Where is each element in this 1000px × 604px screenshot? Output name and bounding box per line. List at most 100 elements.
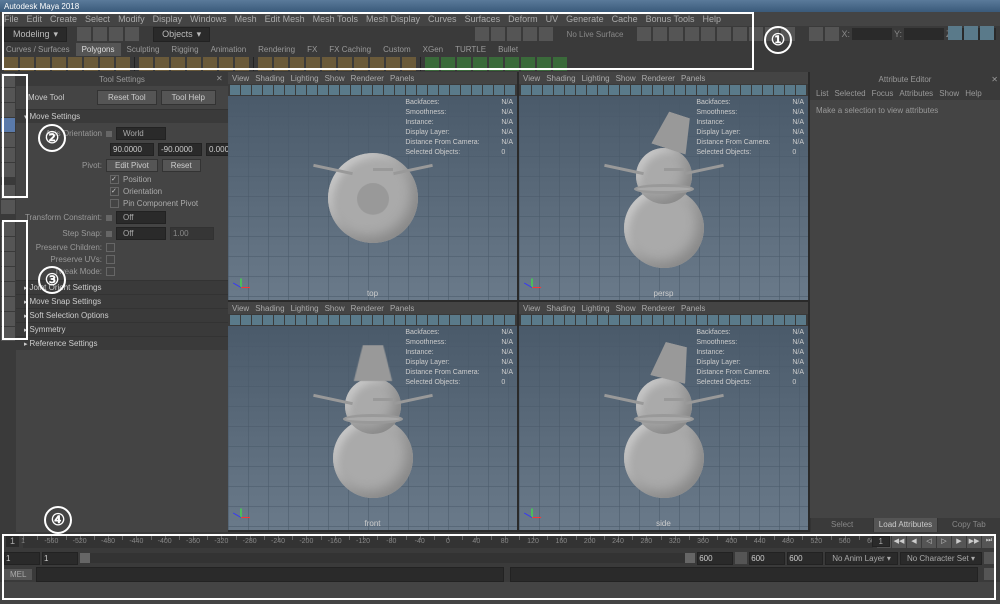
select-tab-button[interactable]: Select — [810, 518, 873, 532]
shelf-tab-fx[interactable]: FX — [301, 43, 323, 56]
status-icon[interactable] — [77, 27, 91, 41]
layout-icon[interactable] — [1, 297, 15, 311]
viewport-canvas[interactable]: Backfaces:N/ASmoothness:N/AInstance:N/AD… — [228, 326, 517, 530]
shelf-button[interactable] — [203, 57, 217, 71]
status-icon[interactable] — [685, 27, 699, 41]
vp-toolbar-icon[interactable] — [785, 315, 795, 325]
vp-toolbar-icon[interactable] — [417, 85, 427, 95]
shelf-button[interactable] — [84, 57, 98, 71]
vp-toolbar-icon[interactable] — [774, 85, 784, 95]
menu-bonus-tools[interactable]: Bonus Tools — [646, 14, 695, 24]
vp-toolbar-icon[interactable] — [252, 85, 262, 95]
move-snap-section[interactable]: Move Snap Settings — [16, 294, 228, 308]
vp-toolbar-icon[interactable] — [296, 85, 306, 95]
radio-icon[interactable] — [106, 231, 112, 237]
vp-toolbar-icon[interactable] — [439, 85, 449, 95]
autokey-icon[interactable] — [984, 552, 996, 564]
vp-menu-lighting[interactable]: Lighting — [291, 304, 319, 313]
vp-menu-shading[interactable]: Shading — [255, 304, 284, 313]
shelf-tab-turtle[interactable]: TURTLE — [449, 43, 492, 56]
vp-toolbar-icon[interactable] — [461, 85, 471, 95]
vp-toolbar-icon[interactable] — [450, 315, 460, 325]
vp-toolbar-icon[interactable] — [631, 85, 641, 95]
vp-toolbar-icon[interactable] — [752, 315, 762, 325]
shelf-button[interactable] — [274, 57, 288, 71]
vp-toolbar-icon[interactable] — [329, 315, 339, 325]
vp-menu-renderer[interactable]: Renderer — [351, 304, 384, 313]
vp-toolbar-icon[interactable] — [241, 315, 251, 325]
shelf-button[interactable] — [68, 57, 82, 71]
vp-toolbar-icon[interactable] — [450, 85, 460, 95]
status-icon[interactable] — [653, 27, 667, 41]
vp-toolbar-icon[interactable] — [653, 315, 663, 325]
scale-tool-icon[interactable] — [1, 148, 15, 162]
vp-toolbar-icon[interactable] — [274, 85, 284, 95]
viewport-canvas[interactable]: Backfaces:N/ASmoothness:N/AInstance:N/AD… — [519, 96, 808, 300]
copy-tab-button[interactable]: Copy Tab — [937, 518, 1000, 532]
command-input[interactable] — [36, 567, 504, 582]
vp-menu-panels[interactable]: Panels — [390, 304, 414, 313]
vp-toolbar-icon[interactable] — [340, 85, 350, 95]
workspace-dropdown[interactable]: Modeling ▾ — [4, 27, 67, 42]
vp-toolbar-icon[interactable] — [752, 85, 762, 95]
shelf-button[interactable] — [457, 57, 471, 71]
shelf-tab-animation[interactable]: Animation — [205, 43, 253, 56]
vp-toolbar-icon[interactable] — [620, 85, 630, 95]
layout-four-icon[interactable] — [1, 200, 15, 214]
vp-toolbar-icon[interactable] — [598, 315, 608, 325]
vp-toolbar-icon[interactable] — [296, 315, 306, 325]
vp-toolbar-icon[interactable] — [686, 85, 696, 95]
next-key-icon[interactable]: ▷ — [937, 534, 951, 548]
menu-surfaces[interactable]: Surfaces — [465, 14, 501, 24]
status-icon[interactable] — [669, 27, 683, 41]
reset-tool-button[interactable]: Reset Tool — [97, 90, 157, 105]
vp-toolbar-icon[interactable] — [428, 315, 438, 325]
vp-toolbar-icon[interactable] — [554, 315, 564, 325]
vp-toolbar-icon[interactable] — [241, 85, 251, 95]
attr-menu-attributes[interactable]: Attributes — [899, 89, 933, 98]
axis-orientation-dropdown[interactable]: World — [116, 127, 166, 140]
shelf-button[interactable] — [553, 57, 567, 71]
vp-toolbar-icon[interactable] — [362, 85, 372, 95]
range-end-field[interactable] — [749, 552, 785, 565]
position-checkbox[interactable] — [110, 175, 119, 184]
vp-toolbar-icon[interactable] — [543, 315, 553, 325]
time-slider[interactable]: 1 1-560-520-480-440-400-360-320-280-240-… — [0, 532, 1000, 550]
shelf-tab-sculpting[interactable]: Sculpting — [121, 43, 166, 56]
vp-toolbar-icon[interactable] — [494, 85, 504, 95]
vp-toolbar-icon[interactable] — [774, 315, 784, 325]
menu-select[interactable]: Select — [85, 14, 110, 24]
radio-icon[interactable] — [106, 131, 112, 137]
viewport-canvas[interactable]: Backfaces:N/ASmoothness:N/AInstance:N/AD… — [519, 326, 808, 530]
vp-menu-shading[interactable]: Shading — [546, 304, 575, 313]
shelf-button[interactable] — [187, 57, 201, 71]
vp-toolbar-icon[interactable] — [274, 315, 284, 325]
layout-icon[interactable] — [1, 267, 15, 281]
status-icon[interactable] — [93, 27, 107, 41]
attr-menu-list[interactable]: List — [816, 89, 828, 98]
status-icon[interactable] — [717, 27, 731, 41]
vp-toolbar-icon[interactable] — [252, 315, 262, 325]
layout-icon[interactable] — [1, 237, 15, 251]
vp-menu-panels[interactable]: Panels — [681, 74, 705, 83]
vp-menu-show[interactable]: Show — [616, 304, 636, 313]
shelf-button[interactable] — [4, 57, 18, 71]
shelf-button[interactable] — [219, 57, 233, 71]
shelf-button[interactable] — [354, 57, 368, 71]
pin-pivot-checkbox[interactable] — [110, 199, 119, 208]
attr-menu-focus[interactable]: Focus — [872, 89, 894, 98]
vp-toolbar-icon[interactable] — [318, 85, 328, 95]
vp-menu-show[interactable]: Show — [325, 74, 345, 83]
shelf-button[interactable] — [258, 57, 272, 71]
layout-icon[interactable] — [1, 252, 15, 266]
vp-toolbar-icon[interactable] — [675, 85, 685, 95]
viewport-front[interactable]: ViewShadingLightingShowRendererPanelsBac… — [228, 302, 517, 530]
move-tool-icon[interactable] — [1, 118, 15, 132]
play-forward-icon[interactable]: ▶ — [952, 534, 966, 548]
vp-toolbar-icon[interactable] — [428, 85, 438, 95]
snap-icon[interactable] — [475, 27, 489, 41]
playback-start-field[interactable] — [42, 552, 78, 565]
menu-help[interactable]: Help — [703, 14, 722, 24]
vp-toolbar-icon[interactable] — [263, 315, 273, 325]
vp-toolbar-icon[interactable] — [472, 85, 482, 95]
